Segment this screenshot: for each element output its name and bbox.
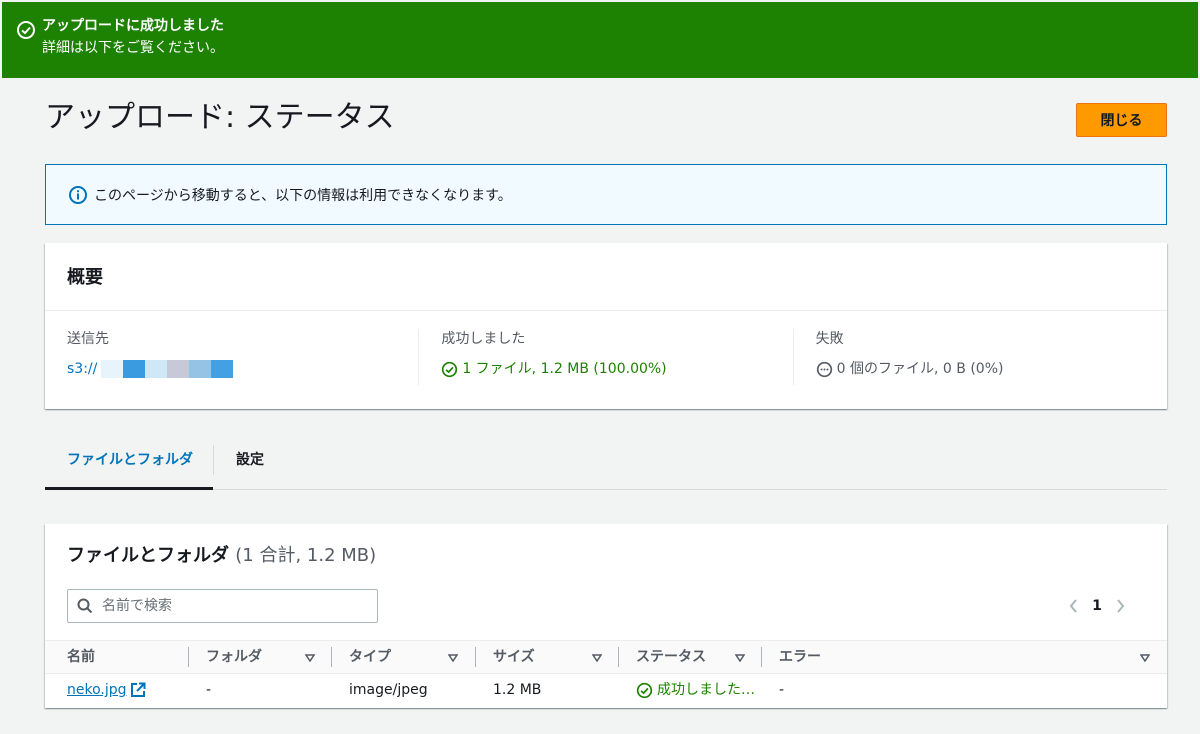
pagination: 1 [1065,596,1129,616]
search-input[interactable] [67,589,378,623]
column-header-folder[interactable]: フォルダ [206,641,262,674]
info-icon [69,186,87,204]
tab-bar: ファイルとフォルダ 設定 [45,440,1167,490]
column-header-type[interactable]: タイプ [349,641,391,674]
success-check-icon [17,21,35,39]
info-message: このページから移動すると、以下の情報は利用できなくなります。 [94,187,512,204]
tab-files-and-folders[interactable]: ファイルとフォルダ [45,440,213,490]
destination-link[interactable]: s3:// [67,359,97,379]
files-panel: ファイルとフォルダ (1 合計, 1.2 MB) 1 名前 フォルダ タイプ サ… [45,524,1167,708]
close-button[interactable]: 閉じる [1076,103,1167,137]
status-text: 成功しました… [657,682,755,698]
succeeded-value: 1 ファイル, 1.2 MB (100.00%) [462,361,667,377]
column-divider[interactable] [331,647,332,667]
table-header: 名前 フォルダ タイプ サイズ ステータス エラー [45,640,1167,674]
flash-title: アップロードに成功しました [42,18,224,34]
file-name-link[interactable]: neko.jpg [67,674,127,706]
files-heading-title: ファイルとフォルダ [67,545,229,566]
table-row: neko.jpg - image/jpeg 1.2 MB 成功しました… - [45,674,1167,708]
summary-panel: 概要 送信先 s3:// 成功しました 1 ファイル, 1.2 MB (100.… [45,243,1167,409]
cell-name: neko.jpg [67,674,146,706]
sort-down-icon[interactable] [735,654,745,662]
info-alert: このページから移動すると、以下の情報は利用できなくなります。 [45,164,1167,225]
column-divider[interactable] [475,647,476,667]
sort-down-icon[interactable] [1140,654,1150,662]
sort-down-icon[interactable] [592,654,602,662]
cell-type: image/jpeg [349,682,428,698]
pending-dots-icon [816,361,832,377]
previous-page-icon[interactable] [1065,596,1083,616]
current-page[interactable]: 1 [1083,598,1111,614]
next-page-icon[interactable] [1111,596,1129,616]
column-header-size[interactable]: サイズ [493,641,535,674]
column-header-name[interactable]: 名前 [67,641,95,674]
sort-down-icon[interactable] [305,654,315,662]
destination-column: 送信先 s3:// [45,329,418,385]
failed-column: 失敗 0 個のファイル, 0 B (0%) [792,329,1167,385]
failed-label: 失敗 [815,331,844,347]
cell-size: 1.2 MB [493,682,542,698]
succeeded-label: 成功しました [441,331,526,347]
column-divider[interactable] [618,647,619,667]
column-divider[interactable] [761,647,762,667]
cell-folder: - [206,682,212,698]
tab-settings[interactable]: 設定 [214,440,284,489]
column-header-status[interactable]: ステータス [636,641,706,674]
cell-status: 成功しました… [636,674,755,706]
failed-value: 0 個のファイル, 0 B (0%) [836,361,1004,377]
external-link-icon[interactable] [130,682,146,698]
flash-subtitle: 詳細は以下をご覧ください。 [42,40,224,56]
files-heading: ファイルとフォルダ (1 合計, 1.2 MB) [67,544,376,568]
sort-down-icon[interactable] [448,654,458,662]
cell-error: - [779,682,785,698]
succeeded-column: 成功しました 1 ファイル, 1.2 MB (100.00%) [418,329,792,385]
redacted-bucket-name [101,360,234,378]
success-check-icon [636,682,653,698]
summary-heading: 概要 [45,243,1167,311]
column-header-error[interactable]: エラー [779,641,821,674]
success-flash-banner: アップロードに成功しました 詳細は以下をご覧ください。 [2,2,1198,78]
column-divider[interactable] [188,647,189,667]
page-title: アップロード: ステータス [45,100,395,135]
files-count: (1 合計, 1.2 MB) [235,545,377,566]
destination-label: 送信先 [67,331,109,347]
search-icon [77,598,93,614]
success-check-icon [442,361,458,377]
